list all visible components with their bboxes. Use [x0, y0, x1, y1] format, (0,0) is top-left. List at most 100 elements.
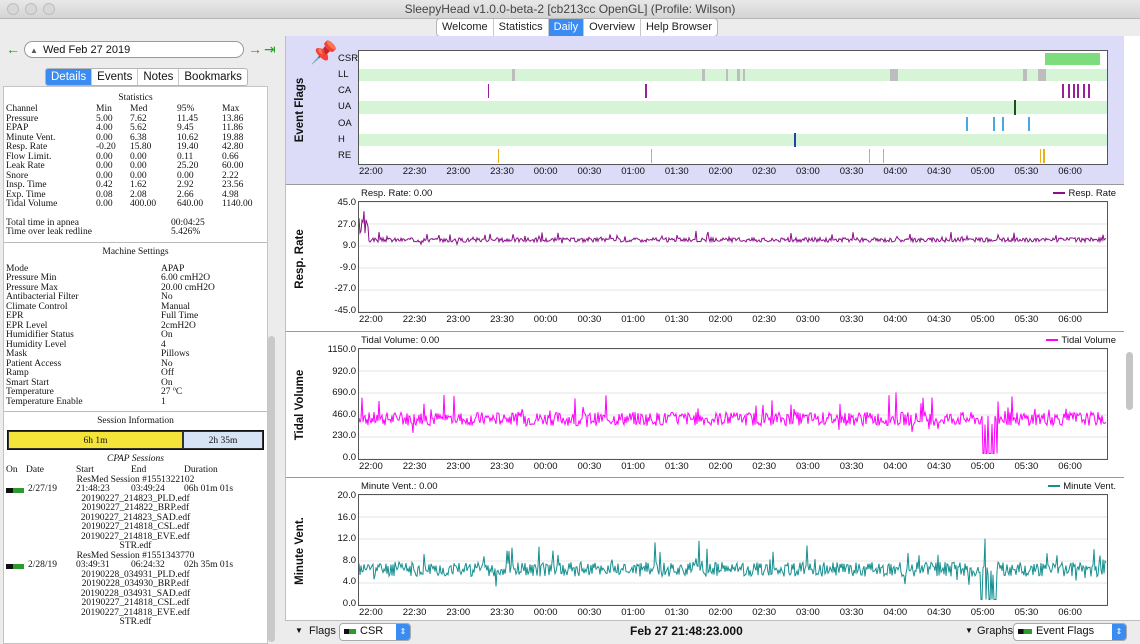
left-scrollbar[interactable] [268, 336, 275, 642]
flag-event-ca[interactable] [487, 84, 489, 99]
graphs-disclosure-icon[interactable]: ▼ [965, 626, 973, 635]
session-enabled-toggle[interactable] [6, 488, 24, 493]
y-tick-label: 690.0 [332, 387, 356, 398]
leak-time-row: Time over leak redline 5.426% [6, 227, 267, 238]
tidal-volume-plot[interactable] [358, 348, 1108, 460]
flag-event-ll[interactable] [737, 69, 741, 82]
flag-event-ll[interactable] [742, 69, 745, 82]
flag-event-ll[interactable] [725, 69, 728, 82]
session-row[interactable]: 2/27/19 21:48:23 03:49:24 06h 01m 01s [6, 484, 267, 495]
legend-swatch [1053, 192, 1066, 195]
time-tick-label: 03:30 [839, 607, 864, 618]
flag-event-ll[interactable] [890, 69, 898, 82]
tidal-volume-title: Tidal Volume: 0.00 [361, 335, 440, 346]
flag-event-oa[interactable] [993, 116, 995, 131]
setting-label: Pressure Min [6, 273, 57, 283]
minute-vent-plot[interactable] [358, 494, 1108, 606]
chevron-updown-icon[interactable]: ⇕ [396, 624, 410, 640]
tab-notes[interactable]: Notes [138, 69, 180, 85]
resp-rate-graph: Resp. Rate Resp. Rate: 0.00 Resp. Rate 4… [286, 184, 1124, 332]
flag-event-re[interactable] [498, 148, 500, 163]
statistics-cell: 0.00 [96, 199, 113, 209]
time-tick-label: 00:30 [577, 314, 602, 325]
session-duration: 02h 35m 01s [184, 560, 234, 570]
session-enabled-toggle[interactable] [6, 564, 24, 569]
flag-event-re[interactable] [882, 148, 884, 163]
session-end: 03:49:24 [131, 484, 165, 494]
bottom-toolbar: ▼ Flags CSR ⇕ Feb 27 21:48:23.000 ▼ Grap… [285, 620, 1140, 643]
flag-event-ua[interactable] [1014, 100, 1016, 115]
flag-event-re[interactable] [869, 148, 871, 163]
resp-rate-plot[interactable] [358, 201, 1108, 313]
session-start: 21:48:23 [76, 484, 110, 494]
minute-vent-legend: Minute Vent. [1048, 481, 1116, 492]
flag-event-ca[interactable] [1062, 84, 1064, 99]
tab-overview[interactable]: Overview [584, 19, 641, 36]
pin-icon[interactable]: 📌 [310, 40, 337, 66]
chevron-updown-icon[interactable]: ⇕ [1112, 624, 1126, 640]
flag-event-ll[interactable] [1023, 69, 1027, 82]
session-end: 06:24:32 [131, 560, 165, 570]
time-tick-label: 23:00 [446, 607, 471, 618]
flag-event-re[interactable] [1039, 148, 1041, 163]
session-2-segment[interactable]: 2h 35m [183, 431, 263, 449]
flag-event-ll[interactable] [512, 69, 515, 82]
flag-event-re[interactable] [650, 148, 652, 163]
time-tick-label: 04:00 [883, 314, 908, 325]
tab-events[interactable]: Events [92, 69, 139, 85]
sessions-header-row: On Date Start End Duration [6, 465, 267, 476]
session-file[interactable]: STR.edf [4, 617, 267, 628]
y-tick-label: 20.0 [337, 490, 357, 501]
last-day-arrow-icon[interactable]: ⇥ [264, 41, 276, 58]
tab-bookmarks[interactable]: Bookmarks [179, 69, 247, 85]
flags-select[interactable]: CSR ⇕ [339, 623, 411, 641]
tab-daily[interactable]: Daily [548, 19, 585, 36]
leak-label: Time over leak redline [6, 227, 92, 237]
next-day-arrow-icon[interactable]: → [248, 41, 262, 58]
divider [4, 241, 267, 243]
flag-event-ca[interactable] [1077, 84, 1079, 99]
time-tick-label: 06:00 [1058, 314, 1082, 325]
session-1-segment[interactable]: 6h 1m [8, 431, 183, 449]
flag-row-band [359, 133, 1107, 146]
close-window-button[interactable] [7, 3, 19, 15]
flag-event-oa[interactable] [1002, 116, 1004, 131]
graphs-select[interactable]: Event Flags ⇕ [1013, 623, 1127, 641]
flag-event-ca[interactable] [1083, 84, 1085, 99]
flag-row-band [359, 69, 1107, 82]
flag-event-ll[interactable] [1038, 69, 1046, 82]
y-tick-label: 12.0 [337, 533, 357, 544]
flag-event-ca[interactable] [1073, 84, 1075, 99]
flag-event-ca[interactable] [645, 84, 647, 99]
previous-day-arrow-icon[interactable]: ← [6, 41, 20, 58]
flag-event-h[interactable] [794, 132, 796, 147]
flag-event-ca[interactable] [1088, 84, 1090, 99]
flag-event-re[interactable] [1043, 148, 1045, 163]
flag-row-label: RE [338, 149, 352, 161]
calendar-toggle-icon[interactable]: ▲ [30, 42, 38, 59]
setting-label: EPR Level [6, 320, 48, 331]
tab-welcome[interactable]: Welcome [437, 19, 494, 36]
date-picker[interactable]: ▲ Wed Feb 27 2019 [24, 41, 244, 58]
tab-statistics[interactable]: Statistics [494, 19, 549, 36]
time-tick-label: 03:00 [796, 314, 820, 325]
zoom-window-button[interactable] [43, 3, 55, 15]
flag-row-label: CSR [338, 53, 359, 64]
flag-event-ca[interactable] [1068, 84, 1070, 99]
minimize-window-button[interactable] [25, 3, 37, 15]
flag-event-oa[interactable] [1028, 116, 1030, 131]
time-tick-label: 05:00 [970, 166, 995, 177]
legend-swatch [1046, 339, 1059, 342]
flag-color-swatch [344, 629, 356, 634]
tab-help-browser[interactable]: Help Browser [641, 19, 717, 36]
statistics-cell: 640.00 [177, 199, 204, 209]
flags-disclosure-icon[interactable]: ▼ [295, 626, 303, 635]
flag-event-ll[interactable] [701, 69, 705, 82]
flag-event-oa[interactable] [966, 116, 968, 131]
tab-details[interactable]: Details [46, 69, 93, 85]
event-flags-plot[interactable] [358, 50, 1108, 165]
graphs-scrollbar[interactable] [1126, 352, 1133, 410]
flag-event-csr[interactable] [1044, 53, 1100, 66]
time-tick-label: 23:00 [446, 166, 471, 177]
session-row[interactable]: 2/28/19 03:49:31 06:24:32 02h 35m 01s [6, 560, 267, 571]
